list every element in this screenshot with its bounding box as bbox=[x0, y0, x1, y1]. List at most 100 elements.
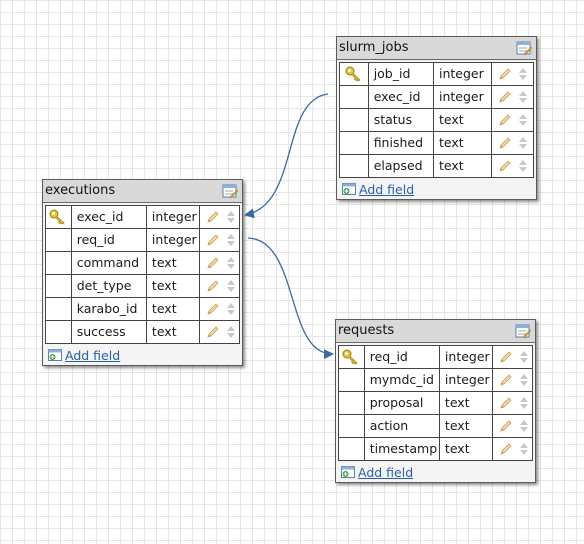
field-row[interactable]: exec_id integer bbox=[46, 206, 239, 229]
edit-table-icon[interactable] bbox=[222, 183, 238, 199]
pencil-icon[interactable] bbox=[206, 256, 220, 270]
add-field-link[interactable]: Add field bbox=[65, 348, 120, 363]
pencil-icon[interactable] bbox=[206, 302, 220, 316]
up-down-arrows-icon[interactable] bbox=[519, 418, 529, 434]
pencil-icon[interactable] bbox=[499, 350, 513, 364]
up-down-arrows-icon[interactable] bbox=[226, 278, 236, 294]
field-name[interactable]: status bbox=[369, 109, 434, 131]
field-name[interactable]: success bbox=[72, 321, 147, 343]
table-slurm-jobs[interactable]: slurm_jobs job_id integer exec_id intege… bbox=[336, 36, 537, 200]
up-down-arrows-icon[interactable] bbox=[519, 372, 529, 388]
field-list: exec_id integer req_id integer command t… bbox=[45, 205, 240, 344]
field-name[interactable]: mymdc_id bbox=[365, 369, 440, 391]
field-type[interactable]: text bbox=[147, 252, 201, 274]
up-down-arrows-icon[interactable] bbox=[226, 232, 236, 248]
field-type[interactable]: text bbox=[147, 298, 201, 320]
field-name[interactable]: karabo_id bbox=[72, 298, 147, 320]
field-type[interactable]: integer bbox=[440, 369, 494, 391]
field-type[interactable]: text bbox=[434, 109, 493, 131]
pencil-icon[interactable] bbox=[499, 396, 513, 410]
field-type[interactable]: text bbox=[434, 155, 493, 177]
field-type[interactable]: integer bbox=[434, 86, 493, 108]
field-name[interactable]: req_id bbox=[72, 229, 147, 251]
add-field-icon[interactable] bbox=[341, 466, 355, 478]
field-name[interactable]: action bbox=[365, 415, 440, 437]
up-down-arrows-icon[interactable] bbox=[519, 441, 529, 457]
field-type[interactable]: text bbox=[440, 438, 494, 460]
up-down-arrows-icon[interactable] bbox=[518, 158, 528, 174]
pencil-icon[interactable] bbox=[206, 210, 220, 224]
field-row[interactable]: req_id integer bbox=[339, 346, 532, 369]
field-row[interactable]: success text bbox=[46, 321, 239, 344]
field-name[interactable]: req_id bbox=[365, 346, 440, 368]
field-name[interactable]: elapsed bbox=[369, 155, 434, 177]
field-row[interactable]: req_id integer bbox=[46, 229, 239, 252]
field-name[interactable]: command bbox=[72, 252, 147, 274]
table-executions[interactable]: executions exec_id integer req_id intege… bbox=[42, 179, 243, 366]
table-requests[interactable]: requests req_id integer mymdc_id integer bbox=[335, 319, 536, 483]
field-row[interactable]: job_id integer bbox=[340, 63, 533, 86]
pencil-icon[interactable] bbox=[206, 233, 220, 247]
field-row[interactable]: action text bbox=[339, 415, 532, 438]
field-name[interactable]: job_id bbox=[369, 63, 434, 85]
pencil-icon[interactable] bbox=[498, 90, 512, 104]
field-type[interactable]: integer bbox=[147, 206, 201, 228]
pencil-icon[interactable] bbox=[206, 325, 220, 339]
field-type[interactable]: text bbox=[440, 392, 494, 414]
field-type[interactable]: text bbox=[440, 415, 494, 437]
field-type[interactable]: text bbox=[147, 275, 201, 297]
field-row[interactable]: det_type text bbox=[46, 275, 239, 298]
field-row[interactable]: mymdc_id integer bbox=[339, 369, 532, 392]
up-down-arrows-icon[interactable] bbox=[519, 349, 529, 365]
up-down-arrows-icon[interactable] bbox=[226, 255, 236, 271]
pencil-icon[interactable] bbox=[499, 373, 513, 387]
table-header[interactable]: slurm_jobs bbox=[337, 37, 536, 60]
field-type[interactable]: integer bbox=[434, 63, 493, 85]
table-header[interactable]: requests bbox=[336, 320, 535, 343]
up-down-arrows-icon[interactable] bbox=[519, 395, 529, 411]
field-name[interactable]: exec_id bbox=[72, 206, 147, 228]
up-down-arrows-icon[interactable] bbox=[518, 135, 528, 151]
field-type[interactable]: integer bbox=[440, 346, 494, 368]
field-name[interactable]: timestamp bbox=[365, 438, 440, 460]
field-type[interactable]: text bbox=[434, 132, 493, 154]
field-type[interactable]: text bbox=[147, 321, 201, 343]
field-row[interactable]: status text bbox=[340, 109, 533, 132]
field-row[interactable]: elapsed text bbox=[340, 155, 533, 178]
up-down-arrows-icon[interactable] bbox=[518, 112, 528, 128]
field-row[interactable]: exec_id integer bbox=[340, 86, 533, 109]
field-type[interactable]: integer bbox=[147, 229, 201, 251]
key-cell bbox=[339, 415, 365, 437]
field-row[interactable]: timestamp text bbox=[339, 438, 532, 461]
field-row[interactable]: finished text bbox=[340, 132, 533, 155]
up-down-arrows-icon[interactable] bbox=[518, 89, 528, 105]
up-down-arrows-icon[interactable] bbox=[226, 301, 236, 317]
add-field-icon[interactable] bbox=[342, 183, 356, 195]
table-header[interactable]: executions bbox=[43, 180, 242, 203]
field-row[interactable]: command text bbox=[46, 252, 239, 275]
fk-slurm-jobs-exec-id-to-executions bbox=[244, 93, 329, 219]
up-down-arrows-icon[interactable] bbox=[226, 324, 236, 340]
field-name[interactable]: finished bbox=[369, 132, 434, 154]
pencil-icon[interactable] bbox=[498, 159, 512, 173]
field-name[interactable]: exec_id bbox=[369, 86, 434, 108]
up-down-arrows-icon[interactable] bbox=[518, 66, 528, 82]
up-down-arrows-icon[interactable] bbox=[226, 209, 236, 225]
pencil-icon[interactable] bbox=[206, 279, 220, 293]
field-name[interactable]: proposal bbox=[365, 392, 440, 414]
pencil-icon[interactable] bbox=[498, 67, 512, 81]
pencil-icon[interactable] bbox=[499, 419, 513, 433]
add-field-icon[interactable] bbox=[48, 349, 62, 361]
pencil-icon[interactable] bbox=[498, 113, 512, 127]
key-icon bbox=[49, 209, 66, 225]
pencil-icon[interactable] bbox=[499, 442, 513, 456]
add-field-link[interactable]: Add field bbox=[359, 182, 414, 197]
field-name[interactable]: det_type bbox=[72, 275, 147, 297]
key-cell bbox=[340, 63, 369, 85]
pencil-icon[interactable] bbox=[498, 136, 512, 150]
add-field-link[interactable]: Add field bbox=[358, 465, 413, 480]
edit-table-icon[interactable] bbox=[515, 323, 531, 339]
edit-table-icon[interactable] bbox=[516, 40, 532, 56]
field-row[interactable]: proposal text bbox=[339, 392, 532, 415]
field-row[interactable]: karabo_id text bbox=[46, 298, 239, 321]
